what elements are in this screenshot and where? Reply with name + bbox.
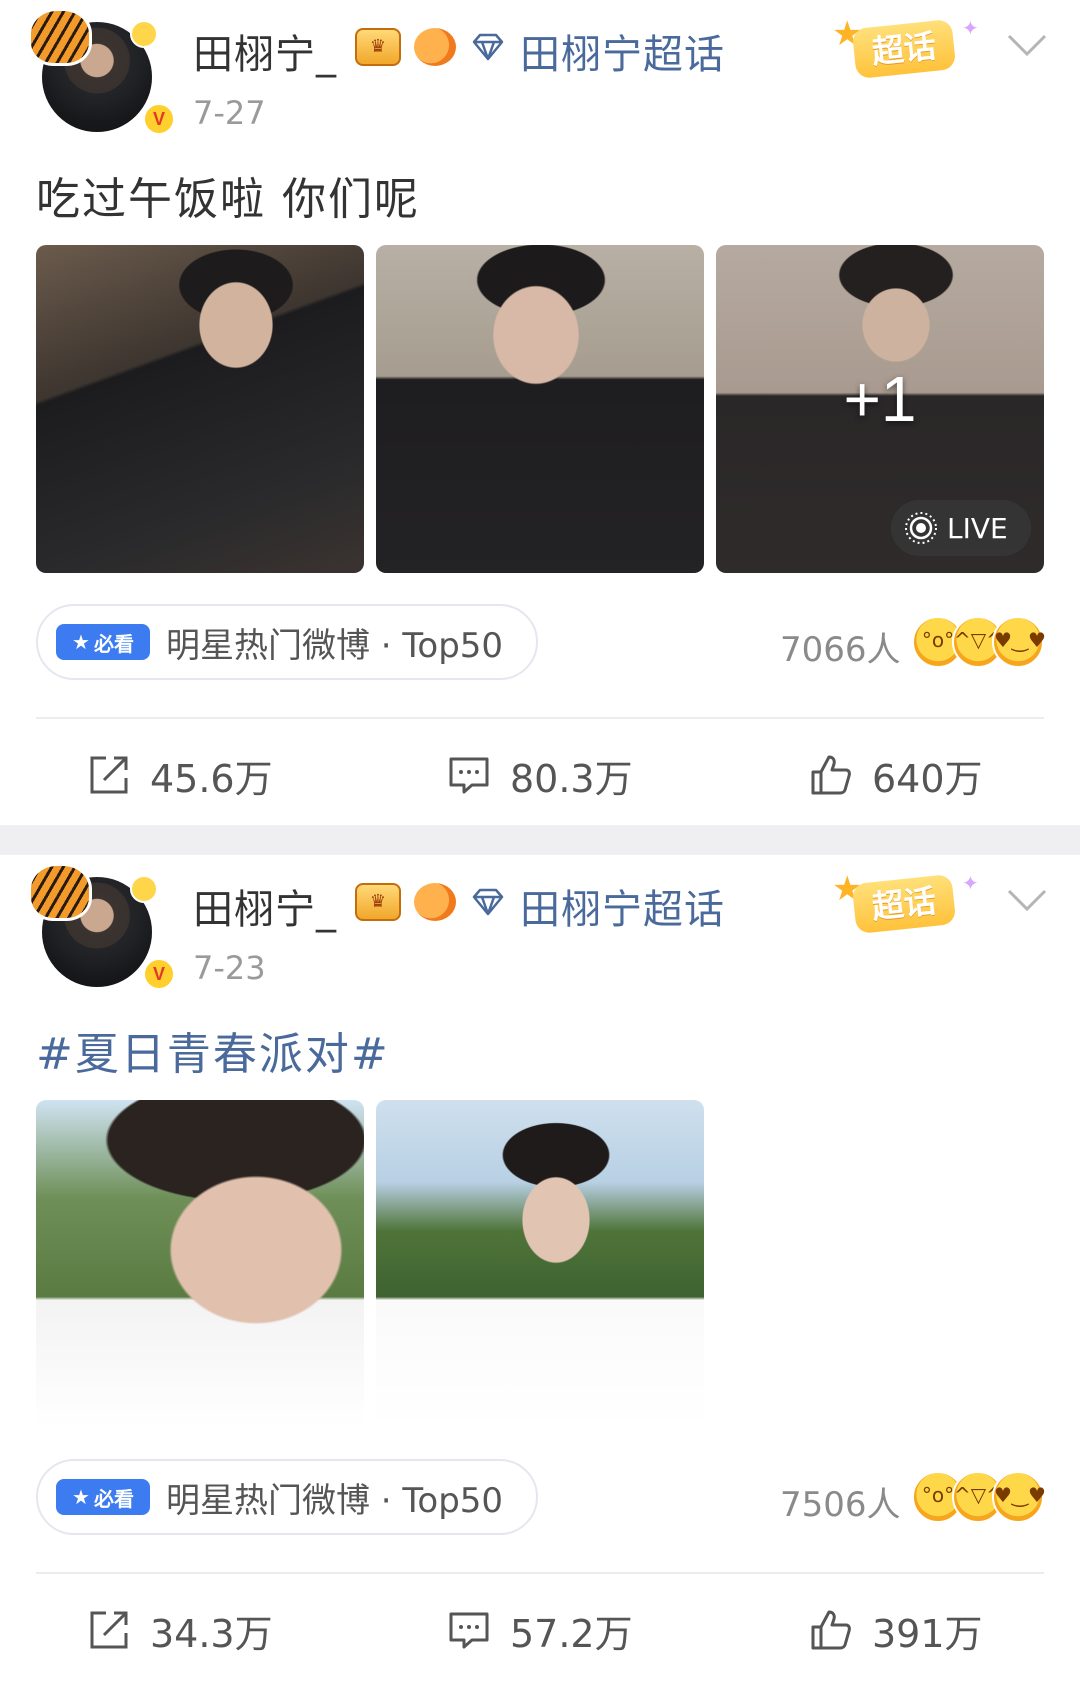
post-timestamp: 7-27 — [193, 94, 266, 132]
image-grid — [36, 1100, 704, 1428]
like-count: 640万 — [872, 756, 983, 801]
supertopic-link[interactable]: 田栩宁超话 — [520, 22, 725, 80]
post-image[interactable] — [376, 1100, 704, 1428]
sparkle-icon — [130, 875, 158, 903]
post-text: 吃过午饭啦 你们呢 — [36, 174, 420, 225]
like-icon — [811, 755, 851, 795]
must-see-badge: ★ 必看 — [56, 1479, 150, 1515]
reaction-emojis[interactable]: °o° ^▽^ ♥‿♥ — [912, 1471, 1046, 1523]
supertopic-tag-label: 超话 — [851, 873, 957, 935]
avatar[interactable]: V — [28, 8, 176, 138]
share-count: 45.6万 — [150, 756, 273, 801]
tiger-frame-icon — [28, 863, 92, 921]
comment-icon — [449, 1612, 489, 1649]
divider — [36, 717, 1044, 719]
share-icon — [90, 1611, 128, 1649]
supertopic-tag[interactable]: ★ 超话 ✦ — [832, 869, 982, 939]
image-grid: +1 LIVE — [36, 245, 1044, 573]
share-button[interactable]: 34.3万 — [86, 1595, 273, 1665]
star-icon: ★ — [72, 630, 90, 654]
live-badge[interactable]: LIVE — [891, 500, 1031, 556]
sparkle-icon: ✦ — [962, 16, 979, 40]
comment-icon — [449, 757, 489, 794]
fish-badge-icon[interactable] — [414, 883, 456, 921]
post-image[interactable]: +1 LIVE — [716, 245, 1044, 573]
avatar[interactable]: V — [28, 863, 176, 993]
hot-list-badge[interactable]: ★ 必看 明星热门微博 · Top50 — [36, 1459, 538, 1535]
like-icon — [811, 1610, 851, 1650]
star-icon: ★ — [72, 1485, 90, 1509]
hot-list-badge[interactable]: ★ 必看 明星热门微博 · Top50 — [36, 604, 538, 680]
post-timestamp: 7-23 — [193, 949, 266, 987]
comment-count: 57.2万 — [510, 1611, 633, 1656]
diamond-icon — [472, 33, 504, 61]
post-image[interactable] — [36, 245, 364, 573]
supertopic-tag[interactable]: ★ 超话 ✦ — [832, 14, 982, 84]
fish-badge-icon[interactable] — [414, 28, 456, 66]
reaction-count: 7506人 — [780, 1485, 901, 1525]
must-see-badge: ★ 必看 — [56, 624, 150, 660]
verified-icon: V — [142, 957, 176, 991]
live-label: LIVE — [947, 511, 1008, 545]
sparkle-icon: ✦ — [962, 871, 979, 895]
post-image[interactable] — [36, 1100, 364, 1428]
live-icon — [905, 512, 937, 544]
action-bar: 34.3万 57.2万 391万 — [0, 1595, 1080, 1665]
sparkle-icon — [130, 20, 158, 48]
crown-badge-icon[interactable]: ♛ — [355, 883, 401, 921]
comment-count: 80.3万 — [510, 756, 633, 801]
username[interactable]: 田栩宁_ — [193, 22, 337, 80]
like-button[interactable]: 391万 — [808, 1595, 983, 1665]
hashtag-link[interactable]: #夏日青春派对# — [36, 1018, 390, 1082]
share-icon — [90, 756, 128, 794]
emoji-heart-eyes-icon: ♥‿♥ — [992, 1471, 1046, 1523]
crown-badge-icon[interactable]: ♛ — [355, 28, 401, 66]
action-bar: 45.6万 80.3万 640万 — [0, 740, 1080, 810]
comment-button[interactable]: 57.2万 — [446, 1595, 633, 1665]
verified-icon: V — [142, 102, 176, 136]
hot-list-text: 明星热门微博 · Top50 — [166, 625, 504, 666]
emoji-heart-eyes-icon: ♥‿♥ — [992, 616, 1046, 668]
like-button[interactable]: 640万 — [808, 740, 983, 810]
like-count: 391万 — [872, 1611, 983, 1656]
reaction-emojis[interactable]: °o° ^▽^ ♥‿♥ — [912, 616, 1046, 668]
hot-list-text: 明星热门微博 · Top50 — [166, 1480, 504, 1521]
feed-separator — [0, 825, 1080, 855]
share-count: 34.3万 — [150, 1611, 273, 1656]
share-button[interactable]: 45.6万 — [86, 740, 273, 810]
chevron-down-icon[interactable] — [1005, 30, 1049, 60]
must-see-label: 必看 — [93, 1486, 134, 1511]
tiger-frame-icon — [28, 8, 92, 66]
chevron-down-icon[interactable] — [1005, 885, 1049, 915]
feed-post[interactable]: V 田栩宁_ ♛ 田栩宁超话 ★ 超话 ✦ 7-27 吃过午饭啦 你们呢 +1 … — [0, 0, 1080, 825]
supertopic-tag-label: 超话 — [851, 18, 957, 80]
reaction-count: 7066人 — [780, 630, 901, 670]
divider — [36, 1572, 1044, 1574]
diamond-icon — [472, 888, 504, 916]
comment-button[interactable]: 80.3万 — [446, 740, 633, 810]
feed-post[interactable]: V 田栩宁_ ♛ 田栩宁超话 ★ 超话 ✦ 7-23 #夏日青春派对# ★ 必看… — [0, 855, 1080, 1707]
supertopic-link[interactable]: 田栩宁超话 — [520, 877, 725, 935]
username[interactable]: 田栩宁_ — [193, 877, 337, 935]
must-see-label: 必看 — [93, 631, 134, 656]
post-image[interactable] — [376, 245, 704, 573]
